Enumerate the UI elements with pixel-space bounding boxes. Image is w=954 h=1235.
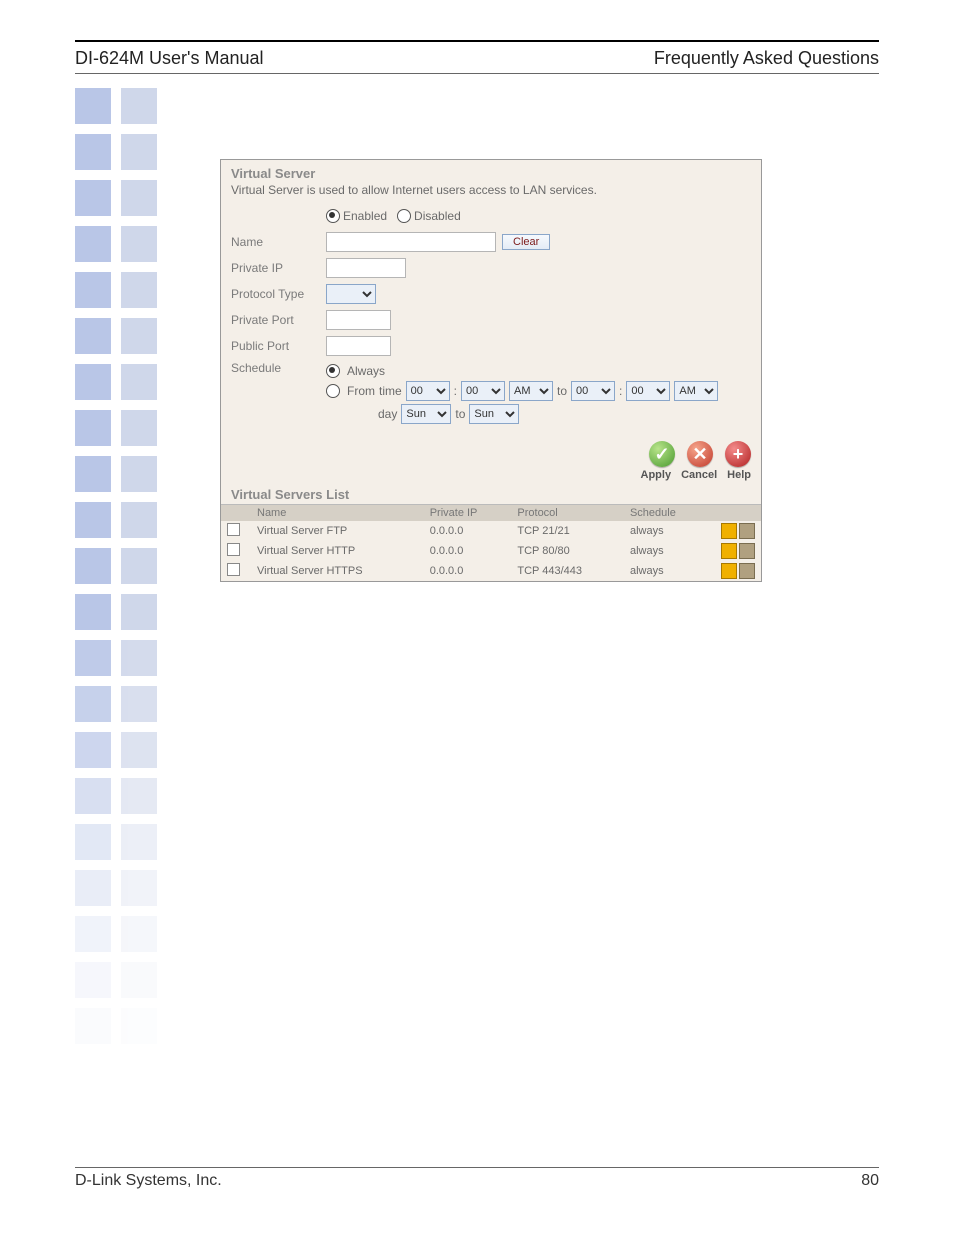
label-day: day — [378, 407, 397, 421]
table-row: Virtual Server HTTPS 0.0.0.0 TCP 443/443… — [221, 561, 761, 581]
delete-icon[interactable] — [739, 563, 755, 579]
panel-title: Virtual Server — [231, 166, 751, 181]
edit-icon[interactable] — [721, 543, 737, 559]
header-section: Frequently Asked Questions — [654, 48, 879, 69]
to-min-select[interactable]: 00 — [626, 381, 670, 401]
public-port-input[interactable] — [326, 336, 391, 356]
label-from: From — [347, 384, 375, 398]
col-ip: Private IP — [424, 505, 512, 522]
day-to-select[interactable]: Sun — [469, 404, 519, 424]
label-always: Always — [347, 364, 385, 378]
label-protocol-type: Protocol Type — [231, 287, 326, 301]
help-button[interactable]: + — [725, 441, 751, 467]
help-label: Help — [727, 469, 751, 481]
row-checkbox[interactable] — [227, 543, 240, 556]
label-enabled: Enabled — [343, 209, 387, 223]
name-input[interactable] — [326, 232, 496, 252]
edit-icon[interactable] — [721, 523, 737, 539]
cancel-label: Cancel — [681, 469, 717, 481]
label-to-time: to — [557, 384, 567, 398]
radio-disabled[interactable] — [397, 209, 411, 223]
private-port-input[interactable] — [326, 310, 391, 330]
cancel-button[interactable]: ✕ — [687, 441, 713, 467]
virtual-servers-table: Name Private IP Protocol Schedule Virtua… — [221, 504, 761, 581]
clear-button[interactable]: Clear — [502, 234, 550, 250]
footer-company: D-Link Systems, Inc. — [75, 1172, 222, 1190]
label-disabled: Disabled — [414, 209, 461, 223]
radio-always[interactable] — [326, 364, 340, 378]
table-row: Virtual Server HTTP 0.0.0.0 TCP 80/80 al… — [221, 541, 761, 561]
label-schedule: Schedule — [231, 361, 326, 375]
radio-enabled[interactable] — [326, 209, 340, 223]
delete-icon[interactable] — [739, 523, 755, 539]
apply-label: Apply — [641, 469, 672, 481]
row-checkbox[interactable] — [227, 523, 240, 536]
col-name: Name — [251, 505, 424, 522]
from-hour-select[interactable]: 00 — [406, 381, 450, 401]
list-title: Virtual Servers List — [231, 487, 761, 502]
apply-button[interactable]: ✓ — [649, 441, 675, 467]
delete-icon[interactable] — [739, 543, 755, 559]
side-decoration — [75, 88, 170, 1054]
from-ampm-select[interactable]: AM — [509, 381, 553, 401]
day-from-select[interactable]: Sun — [401, 404, 451, 424]
panel-description: Virtual Server is used to allow Internet… — [231, 183, 751, 197]
label-private-port: Private Port — [231, 313, 326, 327]
from-min-select[interactable]: 00 — [461, 381, 505, 401]
col-proto: Protocol — [511, 505, 624, 522]
label-time: time — [379, 384, 402, 398]
row-checkbox[interactable] — [227, 563, 240, 576]
private-ip-input[interactable] — [326, 258, 406, 278]
edit-icon[interactable] — [721, 563, 737, 579]
label-to-day: to — [455, 407, 465, 421]
manual-title: DI-624M User's Manual — [75, 48, 264, 69]
label-private-ip: Private IP — [231, 261, 326, 275]
page-number: 80 — [861, 1172, 879, 1190]
table-row: Virtual Server FTP 0.0.0.0 TCP 21/21 alw… — [221, 521, 761, 541]
virtual-server-panel: Virtual Server Virtual Server is used to… — [220, 159, 762, 582]
to-ampm-select[interactable]: AM — [674, 381, 718, 401]
col-sched: Schedule — [624, 505, 709, 522]
protocol-type-select[interactable] — [326, 284, 376, 304]
to-hour-select[interactable]: 00 — [571, 381, 615, 401]
label-name: Name — [231, 235, 326, 249]
radio-from[interactable] — [326, 384, 340, 398]
label-public-port: Public Port — [231, 339, 326, 353]
